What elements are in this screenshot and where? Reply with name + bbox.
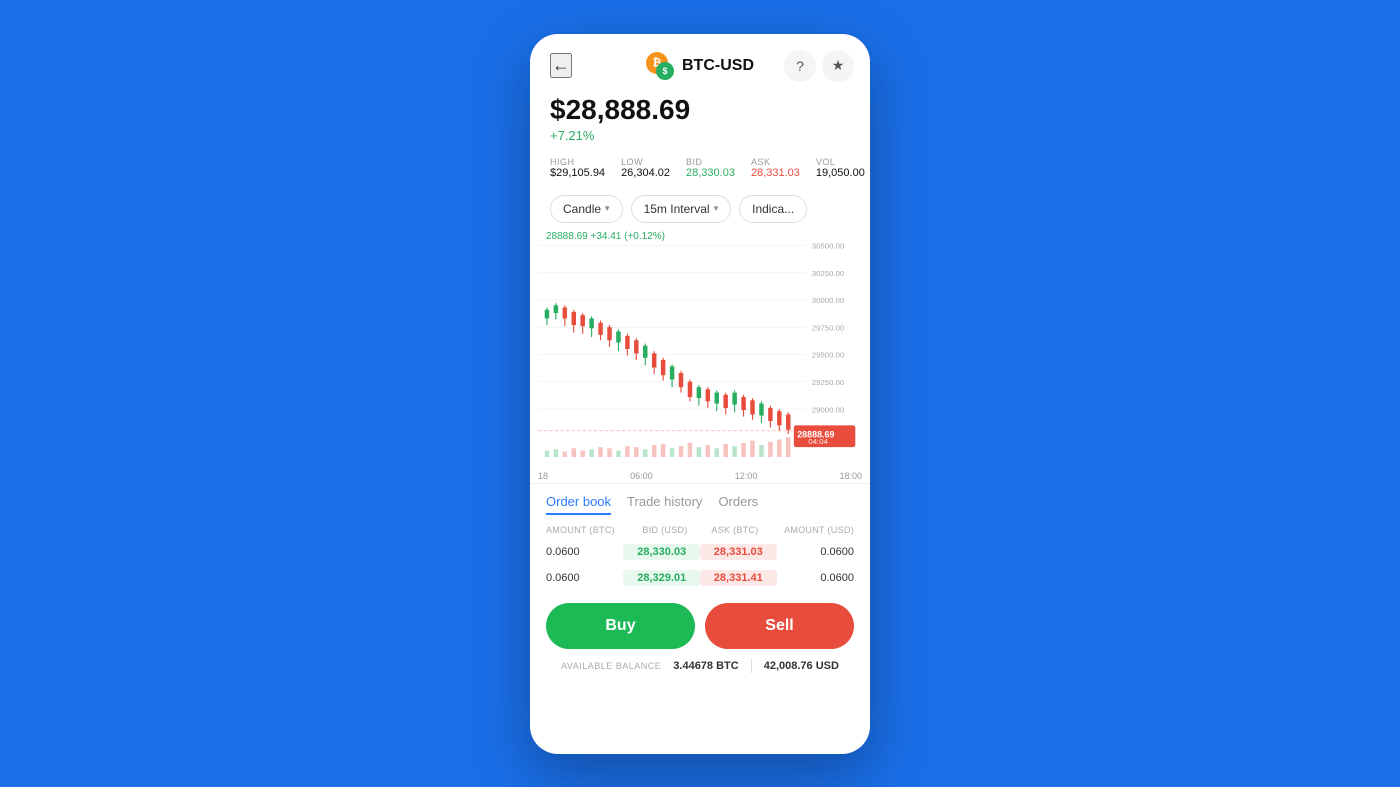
high-value: $29,105.94 xyxy=(550,167,605,179)
low-label: LOW xyxy=(621,157,670,167)
candle-label: Candle xyxy=(563,202,601,216)
stat-high: HIGH $29,105.94 xyxy=(550,157,605,179)
back-button[interactable]: ← xyxy=(550,53,572,78)
chart-controls: Candle ▾ 15m Interval ▾ Indica... xyxy=(530,189,870,229)
header-amount-btc: AMOUNT (BTC) xyxy=(546,525,630,535)
vol-value: 19,050.00 xyxy=(816,167,865,179)
row1-amount-btc: 0.0600 xyxy=(546,546,623,558)
order-book: AMOUNT (BTC) BID (USD) ASK (BTC) AMOUNT … xyxy=(530,521,870,591)
high-label: HIGH xyxy=(550,157,605,167)
stats-row: HIGH $29,105.94 LOW 26,304.02 BID 28,330… xyxy=(530,151,870,189)
candle-chevron-icon: ▾ xyxy=(605,203,610,214)
stat-vol: VOL 19,050.00 xyxy=(816,157,865,179)
tabs-row: Order book Trade history Orders xyxy=(546,494,854,515)
stat-ask: ASK 28,331.03 xyxy=(751,157,800,179)
phone-container: ← ₿ $ BTC-USD ? ★ $28,888.69 +7.21% HIGH… xyxy=(530,34,870,754)
candle-dropdown[interactable]: Candle ▾ xyxy=(550,195,623,223)
x-label-0600: 06:00 xyxy=(630,471,653,481)
interval-chevron-icon: ▾ xyxy=(714,203,719,214)
price-change: +7.21% xyxy=(550,128,850,143)
x-label-18: 18 xyxy=(538,471,548,481)
header-actions: ? ★ xyxy=(784,50,854,82)
header-ask: ASK (BTC) xyxy=(700,525,770,535)
chart-area: 28888.69 +34.41 (+0.12%) 30500.00 30250.… xyxy=(538,229,862,469)
indicators-dropdown[interactable]: Indica... xyxy=(739,195,807,223)
row1-bid: 28,330.03 xyxy=(623,544,700,560)
x-label-1200: 12:00 xyxy=(735,471,758,481)
vol-label: VOL xyxy=(816,157,865,167)
chart-info-label: 28888.69 +34.41 (+0.12%) xyxy=(546,231,665,242)
interval-label: 15m Interval xyxy=(644,202,710,216)
svg-text:29750.00: 29750.00 xyxy=(812,323,845,332)
sell-button[interactable]: Sell xyxy=(705,603,854,649)
candlestick-chart: 30500.00 30250.00 30000.00 29750.00 2950… xyxy=(538,229,862,469)
svg-text:29500.00: 29500.00 xyxy=(812,350,845,359)
ask-label: ASK xyxy=(751,157,800,167)
tab-orders[interactable]: Orders xyxy=(718,494,758,515)
ask-value: 28,331.03 xyxy=(751,167,800,179)
tabs-section: Order book Trade history Orders xyxy=(530,483,870,521)
buy-button[interactable]: Buy xyxy=(546,603,695,649)
interval-dropdown[interactable]: 15m Interval ▾ xyxy=(631,195,732,223)
bid-label: BID xyxy=(686,157,735,167)
indicators-label: Indica... xyxy=(752,202,794,216)
balance-row: AVAILABLE BALANCE 3.44678 BTC 42,008.76 … xyxy=(530,655,870,687)
price-main: $28,888.69 xyxy=(550,94,850,126)
balance-divider xyxy=(751,659,752,673)
low-value: 26,304.02 xyxy=(621,167,670,179)
header: ← ₿ $ BTC-USD ? ★ xyxy=(530,34,870,90)
stat-low: LOW 26,304.02 xyxy=(621,157,670,179)
pair-name: BTC-USD xyxy=(682,57,754,75)
tab-order-book[interactable]: Order book xyxy=(546,494,611,515)
row1-amount-usd: 0.0600 xyxy=(777,546,854,558)
action-buttons: Buy Sell xyxy=(530,591,870,655)
balance-label: AVAILABLE BALANCE xyxy=(561,661,661,671)
balance-usd: 42,008.76 USD xyxy=(764,660,839,672)
pair-info: ₿ $ BTC-USD xyxy=(646,52,754,80)
order-row: 0.0600 28,330.03 28,331.03 0.0600 xyxy=(546,539,854,565)
help-button[interactable]: ? xyxy=(784,50,816,82)
svg-text:30250.00: 30250.00 xyxy=(812,268,845,277)
x-label-1800: 18:00 xyxy=(839,471,862,481)
header-amount-usd: AMOUNT (USD) xyxy=(770,525,854,535)
row2-bid: 28,329.01 xyxy=(623,570,700,586)
svg-text:29250.00: 29250.00 xyxy=(812,378,845,387)
tab-trade-history[interactable]: Trade history xyxy=(627,494,702,515)
row1-ask: 28,331.03 xyxy=(700,544,777,560)
row2-amount-btc: 0.0600 xyxy=(546,572,623,584)
svg-text:04:04: 04:04 xyxy=(808,436,828,445)
stat-bid: BID 28,330.03 xyxy=(686,157,735,179)
btc-icon: ₿ $ xyxy=(646,52,674,80)
favorite-button[interactable]: ★ xyxy=(822,50,854,82)
row2-amount-usd: 0.0600 xyxy=(777,572,854,584)
header-bid: BID (USD) xyxy=(630,525,700,535)
svg-text:29000.00: 29000.00 xyxy=(812,405,845,414)
order-row: 0.0600 28,329.01 28,331.41 0.0600 xyxy=(546,565,854,591)
svg-text:30000.00: 30000.00 xyxy=(812,296,845,305)
order-book-header: AMOUNT (BTC) BID (USD) ASK (BTC) AMOUNT … xyxy=(546,521,854,539)
bid-value: 28,330.03 xyxy=(686,167,735,179)
price-section: $28,888.69 +7.21% xyxy=(530,90,870,151)
chart-x-labels: 18 06:00 12:00 18:00 xyxy=(530,469,870,483)
balance-btc: 3.44678 BTC xyxy=(673,660,738,672)
svg-text:30500.00: 30500.00 xyxy=(812,241,845,250)
usd-coin: $ xyxy=(656,62,674,80)
row2-ask: 28,331.41 xyxy=(700,570,777,586)
